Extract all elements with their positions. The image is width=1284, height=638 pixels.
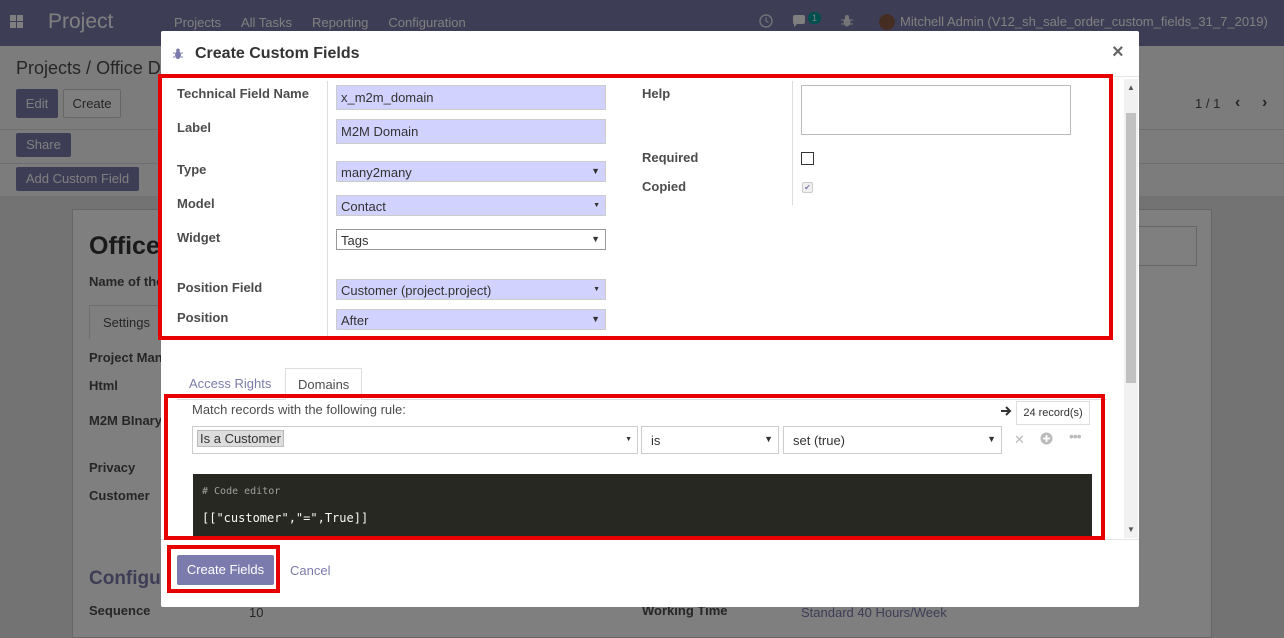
highlight-field-settings: [158, 74, 1113, 340]
scroll-up-icon[interactable]: ▲: [1127, 83, 1135, 92]
modal-title: Create Custom Fields: [195, 45, 360, 62]
highlight-domain-editor: [164, 394, 1105, 540]
cancel-button[interactable]: Cancel: [290, 563, 330, 578]
bug-icon: [173, 48, 183, 59]
tab-access-rights[interactable]: Access Rights: [189, 376, 271, 391]
scroll-thumb[interactable]: [1126, 113, 1136, 383]
scroll-down-icon[interactable]: ▼: [1127, 525, 1135, 534]
close-icon[interactable]: ×: [1112, 41, 1124, 64]
modal-header: Create Custom Fields ×: [161, 31, 1139, 77]
highlight-create-button: [167, 545, 280, 593]
modal-scrollbar[interactable]: ▲ ▼: [1124, 79, 1138, 538]
